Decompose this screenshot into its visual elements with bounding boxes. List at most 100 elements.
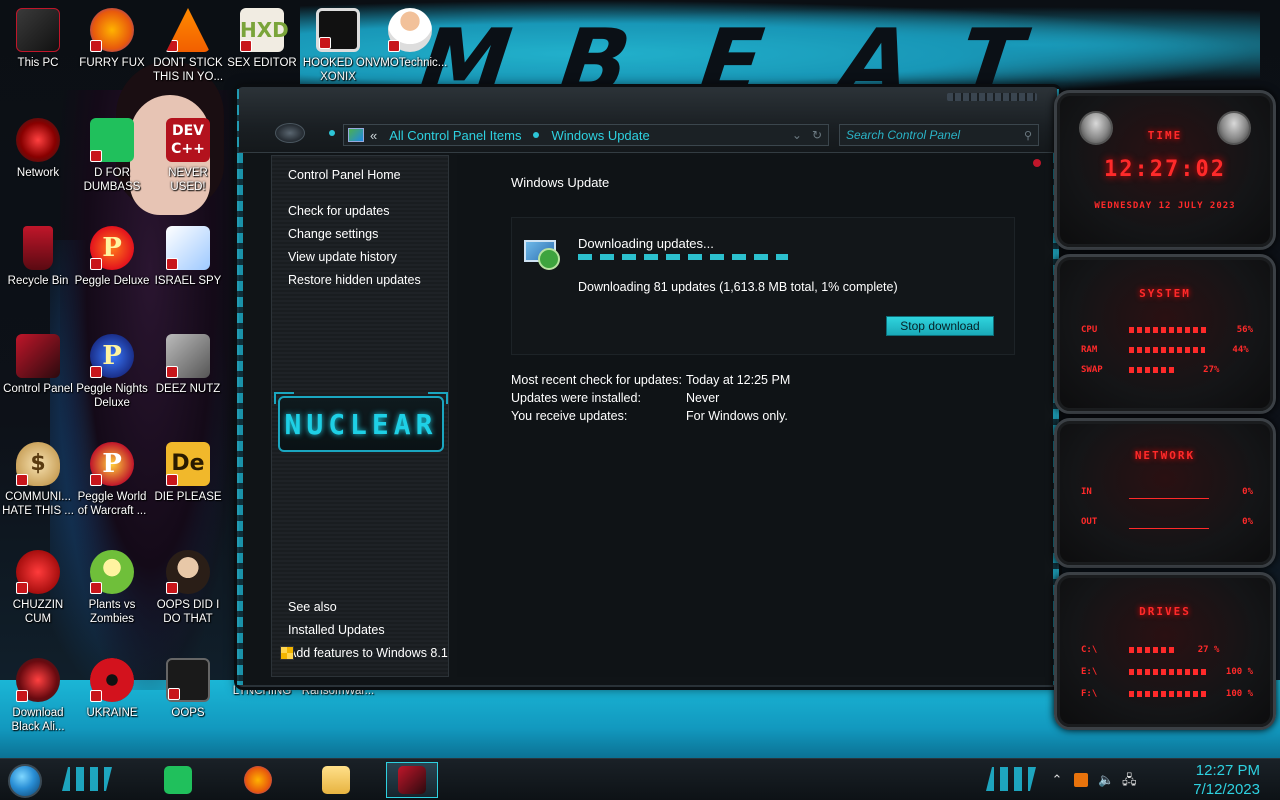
gadget-clock-date: WEDNESDAY 12 JULY 2023 xyxy=(1094,201,1236,211)
icon-label: COMMUNI... HATE THIS ... xyxy=(2,491,74,517)
system-row-swap: SWAP 27% xyxy=(1081,365,1253,375)
taskbar-control-panel[interactable] xyxy=(386,762,438,798)
search-box[interactable]: ⚲ xyxy=(839,124,1039,146)
desktop-icon-peggle-nights[interactable]: P Peggle Nights Deluxe xyxy=(74,334,150,410)
search-input[interactable] xyxy=(846,128,1024,142)
desktop-icon-control-panel[interactable]: Control Panel xyxy=(0,334,76,396)
icon-label: Plants vs Zombies xyxy=(88,599,136,625)
peggle-nights-icon: P xyxy=(90,334,134,378)
desktop-icon-pvz[interactable]: Plants vs Zombies xyxy=(74,550,150,626)
breadcrumb-windows-update[interactable]: Windows Update xyxy=(551,128,649,143)
windows-update-window: « All Control Panel Items Windows Update… xyxy=(237,87,1059,687)
search-icon[interactable]: ⚲ xyxy=(1024,129,1032,142)
row-name: OUT xyxy=(1081,517,1098,527)
desktop-icon-deez-nutz[interactable]: DEEZ NUTZ xyxy=(150,334,226,396)
breadcrumb-all-control-panel-items[interactable]: All Control Panel Items xyxy=(389,128,521,143)
back-forward-button[interactable] xyxy=(275,123,305,143)
desktop-icon-furry-fux[interactable]: FURRY FUX xyxy=(74,8,150,70)
icon-label: D FOR DUMBASS xyxy=(83,167,141,193)
desktop-icon-vm0technic[interactable]: VMOTechnic... xyxy=(372,8,448,70)
desktop-icon-peggle-wow[interactable]: P Peggle World of Warcraft ... xyxy=(74,442,150,518)
desktop-icon-hooked-on-xonix[interactable]: HOOKED ON XONIX xyxy=(300,8,376,84)
desktop-icon-ukraine[interactable]: UKRAINE xyxy=(74,658,150,720)
desktop-icon-this-pc[interactable]: This PC xyxy=(0,8,76,70)
info-key: Updates were installed: xyxy=(511,391,641,405)
icon-label: HOOKED ON XONIX xyxy=(302,57,374,83)
add-features-link[interactable]: Add features to Windows 8.1 xyxy=(280,646,448,660)
desktop-icon-network[interactable]: Network xyxy=(0,118,76,180)
info-value: Today at 12:25 PM xyxy=(686,373,791,387)
sticky-notes-icon xyxy=(90,118,134,162)
firefox-icon xyxy=(244,766,272,794)
desktop-icon-israel-spy[interactable]: ISRAEL SPY xyxy=(150,226,226,288)
app-tray-icon[interactable] xyxy=(1074,773,1088,787)
taskbar-deco xyxy=(986,767,1036,791)
desktop-icon-oops[interactable]: OOPS xyxy=(150,658,226,720)
row-value: 44% xyxy=(1232,345,1249,355)
info-key: You receive updates: xyxy=(511,409,628,423)
recycle-bin-icon xyxy=(23,226,53,270)
download-status-heading: Downloading updates... xyxy=(578,236,714,251)
refresh-icon[interactable]: ↻ xyxy=(812,128,822,142)
network-row-in: IN 0% xyxy=(1081,485,1253,499)
desktop-icon-d-for-dumbass[interactable]: D FOR DUMBASS xyxy=(74,118,150,194)
info-row-receive: You receive updates: For Windows only. xyxy=(511,407,790,425)
vlc-cone-icon xyxy=(166,8,210,52)
desktop-icon-communi[interactable]: $ COMMUNI... HATE THIS ... xyxy=(0,442,76,518)
icon-label: Control Panel xyxy=(3,383,73,395)
installed-updates-link[interactable]: Installed Updates xyxy=(288,623,385,637)
xonix-icon xyxy=(316,8,360,52)
row-value: 56% xyxy=(1236,325,1253,335)
desktop-icon-download-black-ali[interactable]: Download Black Ali... xyxy=(0,658,76,734)
peggle-icon: P xyxy=(90,226,134,270)
firefox-icon xyxy=(90,8,134,52)
taskbar-sticky-notes[interactable] xyxy=(152,762,204,798)
taskbar-clock[interactable]: 12:27 PM 7/12/2023 xyxy=(1193,761,1260,799)
icon-label: Download Black Ali... xyxy=(11,707,65,733)
change-settings-link[interactable]: Change settings xyxy=(288,227,378,241)
view-update-history-link[interactable]: View update history xyxy=(288,250,397,264)
show-hidden-icons[interactable]: ⌃ xyxy=(1050,773,1064,787)
address-bar[interactable]: « All Control Panel Items Windows Update… xyxy=(343,124,829,146)
pane-corner-indicator xyxy=(1033,159,1041,167)
start-button[interactable] xyxy=(8,764,42,798)
desktop-icon-recycle-bin[interactable]: Recycle Bin xyxy=(0,226,76,288)
system-gadget[interactable]: SYSTEM CPU 56% RAM 44% SWAP 27% xyxy=(1054,254,1276,414)
download-progress-fill xyxy=(578,254,788,260)
stop-download-button[interactable]: Stop download xyxy=(886,316,994,336)
volume-icon[interactable]: 🔈 xyxy=(1098,773,1114,787)
taskbar-file-explorer[interactable] xyxy=(310,762,362,798)
restore-hidden-updates-link[interactable]: Restore hidden updates xyxy=(288,273,421,287)
taskbar-firefox[interactable] xyxy=(232,762,284,798)
peggle-wow-icon: P xyxy=(90,442,134,486)
icon-label: NEVER USED! xyxy=(168,167,208,193)
see-also-heading: See also xyxy=(288,600,337,614)
desktop-icon-oops-did-i[interactable]: OOPS DID I DO THAT xyxy=(150,550,226,626)
control-panel-home-link[interactable]: Control Panel Home xyxy=(288,168,401,182)
drive-row-c: C:\ 27 % xyxy=(1081,645,1253,655)
portrait-icon xyxy=(166,550,210,594)
plants-vs-zombies-icon xyxy=(90,550,134,594)
row-value: 27% xyxy=(1203,365,1220,375)
desktop-icon-chuzzin[interactable]: CHUZZIN CUM xyxy=(0,550,76,626)
network-gadget[interactable]: NETWORK IN 0% OUT 0% xyxy=(1054,418,1276,568)
icon-label: DIE PLEASE xyxy=(154,491,222,503)
computer-icon xyxy=(16,8,60,52)
address-dropdown-icon[interactable]: ⌄ xyxy=(792,128,802,142)
row-value: 0% xyxy=(1242,517,1253,527)
network-share-icon xyxy=(166,226,210,270)
drives-gadget[interactable]: DRIVES C:\ 27 % E:\ 100 % F:\ 100 % xyxy=(1054,572,1276,730)
info-key: Most recent check for updates: xyxy=(511,373,682,387)
time-gadget[interactable]: TIME 12:27:02 WEDNESDAY 12 JULY 2023 xyxy=(1054,90,1276,250)
check-for-updates-link[interactable]: Check for updates xyxy=(288,204,389,218)
desktop-icon-dont-stick[interactable]: DONT STICK THIS IN YO... xyxy=(150,8,226,84)
desktop-icon-never-used[interactable]: DEV C++ NEVER USED! xyxy=(150,118,226,194)
icon-label: ISRAEL SPY xyxy=(154,275,222,287)
network-icon[interactable]: 🖧 xyxy=(1122,773,1137,787)
desktop-icon-sex-editor[interactable]: HXD SEX EDITOR xyxy=(224,8,300,70)
desktop-icon-peggle-deluxe[interactable]: P Peggle Deluxe xyxy=(74,226,150,288)
info-row-recent-check: Most recent check for updates: Today at … xyxy=(511,371,790,389)
breadcrumb-overflow-chevron[interactable]: « xyxy=(370,128,377,143)
desktop-icon-die-please[interactable]: De DIE PLEASE xyxy=(150,442,226,504)
sticky-notes-icon xyxy=(164,766,192,794)
